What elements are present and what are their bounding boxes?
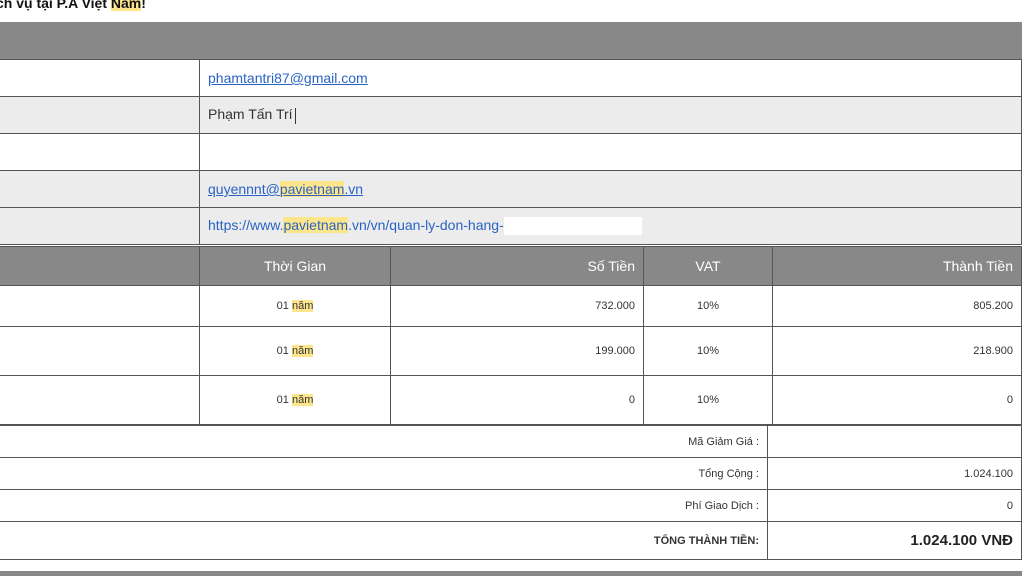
customer-email-link[interactable]: phamtantri87@gmail.com: [208, 70, 368, 86]
summary-row-fee: Phí Giao Dịch : 0: [0, 489, 1022, 522]
order-total: 218.900: [772, 326, 1022, 376]
col-header-total: Thành Tiền: [772, 246, 1022, 286]
time-unit: năm: [291, 394, 314, 406]
order-url-suffix: .vn/vn/quan-ly-don-hang-: [348, 216, 504, 233]
order-amount: 199.000: [390, 326, 644, 376]
info-row-staff-email: quyennnt@pavietnam.vn: [0, 170, 1022, 208]
info-value-cell: https://www.pavietnam.vn/vn/quan-ly-don-…: [199, 207, 1022, 245]
section-header-bar: [0, 22, 1022, 59]
customer-name-text: Phạm Tấn Trí: [208, 106, 293, 123]
discount-label: Mã Giảm Giá :: [0, 425, 768, 458]
summary-table: Mã Giảm Giá : Tổng Cộng : 1.024.100 Phí …: [0, 425, 1022, 560]
customer-info-table: phamtantri87@gmail.com Phạm Tấn Trí quye…: [0, 59, 1022, 245]
order-time: 01 năm: [199, 375, 391, 425]
order-header-row: Thời Gian Số Tiền VAT Thành Tiền: [0, 246, 1022, 286]
order-row: 01 năm 199.000 10% 218.900: [0, 326, 1022, 376]
title-end: !: [141, 0, 146, 11]
text-cursor: [294, 107, 296, 124]
col-header-amount: Số Tiền: [390, 246, 644, 286]
info-row-empty: [0, 133, 1022, 171]
staff-email-highlight: pavietnam: [279, 181, 345, 197]
grand-total-label: TỔNG THÀNH TIỀN:: [653, 534, 759, 547]
fee-label: Phí Giao Dịch :: [0, 489, 768, 522]
fee-value: 0: [767, 489, 1022, 522]
order-cell-blank: [0, 375, 200, 425]
order-row: 01 năm 0 10% 0: [0, 375, 1022, 425]
order-vat: 10%: [643, 285, 773, 327]
summary-row-grand-total: TỔNG THÀNH TIỀN: 1.024.100 VNĐ: [0, 521, 1022, 560]
order-url-link[interactable]: https://www.pavietnam.vn/vn/quan-ly-don-…: [208, 216, 504, 233]
order-cell-blank: [0, 326, 200, 376]
col-header-vat: VAT: [643, 246, 773, 286]
order-total: 805.200: [772, 285, 1022, 327]
staff-email-prefix: quyennnt@: [208, 181, 280, 197]
footer-bar: [0, 571, 1022, 576]
order-row: 01 năm 732.000 10% 805.200: [0, 285, 1022, 327]
time-unit: năm: [291, 345, 314, 357]
order-time: 01 năm: [199, 326, 391, 376]
order-vat: 10%: [643, 375, 773, 425]
title-highlight: Nam: [110, 0, 142, 11]
info-value-cell: [199, 133, 1022, 171]
info-value-cell: phamtantri87@gmail.com: [199, 59, 1022, 97]
order-items-table: Thời Gian Số Tiền VAT Thành Tiền 01 năm …: [0, 246, 1022, 425]
info-value-cell: quyennnt@pavietnam.vn: [199, 170, 1022, 208]
redacted-block: [503, 217, 642, 236]
grand-total-value-cell: 1.024.100 VNĐ: [767, 521, 1022, 560]
title-text: ch vụ tại P.A Việt: [0, 0, 111, 11]
info-label-cell: [0, 133, 200, 171]
staff-email-suffix: .vn: [344, 181, 364, 197]
order-time: 01 năm: [199, 285, 391, 327]
order-url-highlight: pavietnam: [283, 216, 349, 233]
page-title: ch vụ tại P.A Việt Nam!: [0, 0, 146, 11]
info-row-name: Phạm Tấn Trí: [0, 96, 1022, 134]
grand-total-value: 1.024.100 VNĐ: [910, 532, 1013, 549]
staff-email-link[interactable]: quyennnt@pavietnam.vn: [208, 181, 363, 197]
order-cell-blank: [0, 285, 200, 327]
info-row-order-url: https://www.pavietnam.vn/vn/quan-ly-don-…: [0, 207, 1022, 245]
summary-row-discount: Mã Giảm Giá :: [0, 425, 1022, 458]
subtotal-label: Tổng Cộng :: [0, 457, 768, 490]
col-header-time: Thời Gian: [199, 246, 391, 286]
time-unit: năm: [291, 300, 314, 312]
info-label-cell: [0, 96, 200, 134]
order-vat: 10%: [643, 326, 773, 376]
order-amount: 732.000: [390, 285, 644, 327]
discount-value: [767, 425, 1022, 458]
info-row-email: phamtantri87@gmail.com: [0, 59, 1022, 97]
info-label-cell: [0, 59, 200, 97]
summary-row-subtotal: Tổng Cộng : 1.024.100: [0, 457, 1022, 490]
grand-total-label-cell: TỔNG THÀNH TIỀN:: [0, 521, 768, 560]
customer-name-field[interactable]: Phạm Tấn Trí: [199, 96, 1022, 134]
order-total: 0: [772, 375, 1022, 425]
time-number: 01: [276, 345, 289, 357]
col-header-blank: [0, 246, 200, 286]
info-label-cell: [0, 170, 200, 208]
order-url-prefix: https://www.: [208, 216, 284, 233]
order-amount: 0: [390, 375, 644, 425]
subtotal-value: 1.024.100: [767, 457, 1022, 490]
time-number: 01: [276, 300, 289, 312]
time-number: 01: [276, 394, 289, 406]
info-label-cell: [0, 207, 200, 245]
